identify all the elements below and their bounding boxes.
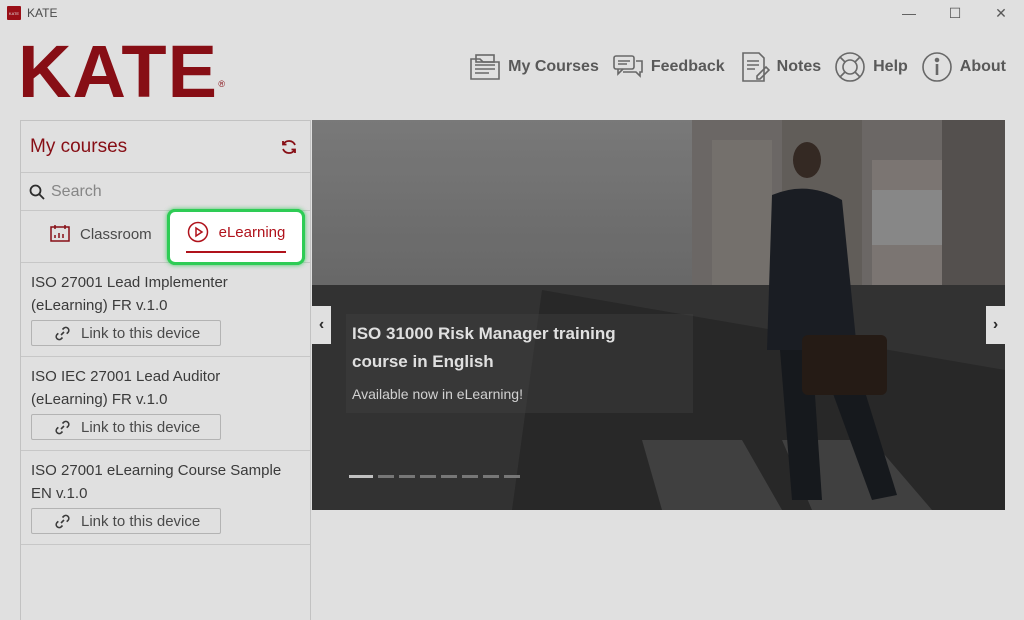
banner-subtitle: Available now in eLearning! <box>352 386 523 402</box>
courses-sidebar: My courses Classroom eLearning <box>20 120 311 620</box>
course-item: ISO 27001 Lead Implementer (eLearning) F… <box>21 263 310 357</box>
carousel-dot[interactable] <box>399 475 415 478</box>
folder-icon <box>470 54 500 80</box>
window-title: KATE <box>27 6 58 20</box>
sidebar-title: My courses <box>30 135 128 157</box>
link-icon <box>55 420 70 434</box>
banner-title: ISO 31000 Risk Manager training course i… <box>352 324 616 371</box>
nav-label: Help <box>873 58 908 75</box>
registered-mark: ® <box>218 79 226 89</box>
carousel-dot[interactable] <box>441 475 457 478</box>
link-icon <box>55 326 70 340</box>
link-device-button[interactable]: Link to this device <box>31 414 221 440</box>
carousel-dot[interactable] <box>462 475 478 478</box>
nav-about[interactable]: About <box>920 50 1006 84</box>
course-title: ISO 27001 Lead Implementer (eLearning) F… <box>31 274 228 314</box>
nav-label: About <box>959 58 1006 75</box>
classroom-icon <box>50 225 70 242</box>
title-bar: KATE KATE — ☐ ✕ <box>0 0 1024 26</box>
carousel-dot[interactable] <box>378 475 394 478</box>
lifebuoy-icon <box>835 52 865 82</box>
link-device-button[interactable]: Link to this device <box>31 508 221 534</box>
chat-icon <box>613 55 643 78</box>
nav-label: My Courses <box>508 58 599 75</box>
sidebar-header: My courses <box>21 121 310 173</box>
carousel-prev-button[interactable]: ‹ <box>312 306 331 344</box>
nav-label: Feedback <box>650 58 725 75</box>
link-label: Link to this device <box>81 512 201 530</box>
carousel-dot[interactable] <box>420 475 436 478</box>
kate-logo: KATE ® <box>18 30 225 114</box>
active-tab-indicator <box>186 251 286 253</box>
link-label: Link to this device <box>81 324 201 342</box>
link-device-button[interactable]: Link to this device <box>31 320 221 346</box>
carousel-next-button[interactable]: › <box>986 306 1005 344</box>
link-label: Link to this device <box>81 418 201 436</box>
search-input[interactable] <box>51 182 291 201</box>
carousel-dot[interactable] <box>504 475 520 478</box>
minimize-button[interactable]: — <box>886 0 932 26</box>
nav-help[interactable]: Help <box>833 50 908 84</box>
tab-label: Classroom <box>80 225 152 243</box>
carousel-dot[interactable] <box>349 475 373 478</box>
course-title: ISO IEC 27001 Lead Auditor (eLearning) F… <box>31 368 221 408</box>
search-box <box>21 173 310 211</box>
logo-text: KATE <box>18 30 218 113</box>
link-icon <box>55 514 70 528</box>
nav-label: Notes <box>776 58 822 75</box>
maximize-button[interactable]: ☐ <box>932 0 978 26</box>
nav-feedback[interactable]: Feedback <box>611 50 725 84</box>
carousel-indicators <box>349 475 520 478</box>
course-item: ISO IEC 27001 Lead Auditor (eLearning) F… <box>21 357 310 451</box>
tab-classroom[interactable]: Classroom <box>49 224 152 244</box>
carousel-dot[interactable] <box>483 475 499 478</box>
play-circle-icon <box>187 221 208 243</box>
tab-label: eLearning <box>218 223 286 241</box>
app-icon: KATE <box>7 6 21 20</box>
notes-icon <box>741 52 770 82</box>
close-button[interactable]: ✕ <box>978 0 1024 26</box>
top-nav: My Courses Feedback Notes Help About <box>468 50 1006 84</box>
nav-my-courses[interactable]: My Courses <box>468 50 599 84</box>
refresh-icon[interactable] <box>280 138 298 156</box>
app-header: KATE ® My Courses Feedback Notes Help Ab… <box>0 26 1024 120</box>
info-icon <box>921 52 952 82</box>
course-item: ISO 27001 eLearning Course Sample EN v.1… <box>21 451 310 545</box>
banner-caption: ISO 31000 Risk Manager training course i… <box>346 314 693 413</box>
tab-elearning-highlight[interactable]: eLearning <box>167 209 305 265</box>
nav-notes[interactable]: Notes <box>737 50 821 84</box>
course-title: ISO 27001 eLearning Course Sample EN v.1… <box>31 462 282 502</box>
promo-carousel: ‹ › ISO 31000 Risk Manager training cour… <box>312 120 1005 510</box>
search-icon <box>29 184 45 200</box>
